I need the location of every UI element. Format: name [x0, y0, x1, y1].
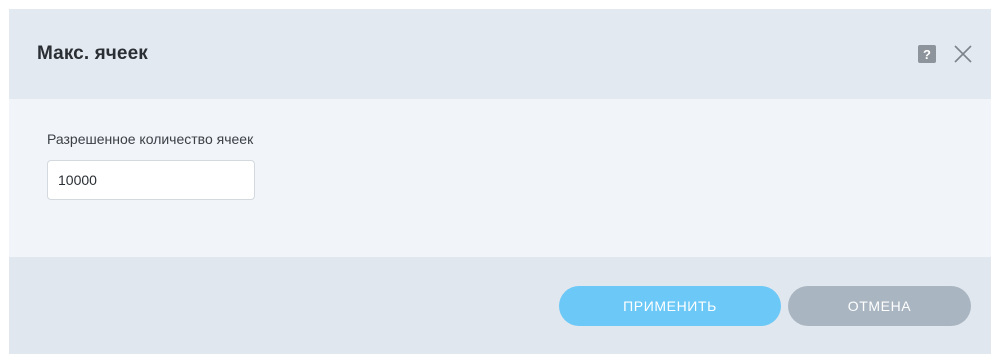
max-cells-label: Разрешенное количество ячеек — [47, 131, 254, 147]
apply-button[interactable]: ПРИМЕНИТЬ — [559, 285, 781, 326]
dialog-body: Разрешенное количество ячеек — [9, 99, 991, 257]
help-icon[interactable]: ? — [918, 45, 936, 63]
cancel-button[interactable]: ОТМЕНА — [788, 285, 971, 326]
dialog-footer: ПРИМЕНИТЬ ОТМЕНА — [9, 257, 991, 354]
max-cells-input[interactable] — [47, 160, 255, 200]
max-cells-dialog: Макс. ячеек ? Разрешенное количество яче… — [9, 9, 991, 354]
close-icon[interactable] — [951, 42, 975, 66]
dialog-header: Макс. ячеек ? — [9, 9, 991, 99]
help-glyph: ? — [923, 46, 931, 62]
close-icon-glyph — [954, 45, 972, 63]
dialog-title: Макс. ячеек — [37, 43, 148, 64]
